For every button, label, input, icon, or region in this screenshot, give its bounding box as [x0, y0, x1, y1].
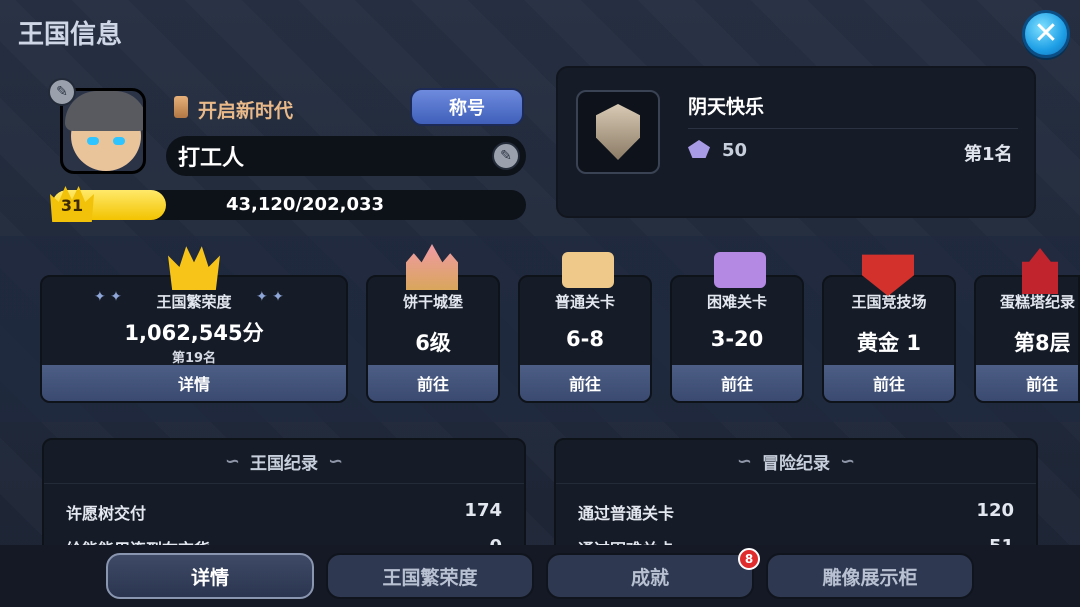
panel-title: 王国纪录: [250, 454, 318, 474]
kingdom-record-panel: ∽王国纪录∽ 许愿树交付174 给能能用连到在交货0: [42, 438, 526, 559]
title-button[interactable]: 称号: [410, 88, 524, 126]
avatar[interactable]: [60, 88, 146, 174]
tab-prosperity[interactable]: 王国繁荣度: [326, 553, 534, 599]
guild-panel[interactable]: 阴天快乐 50 第1名: [556, 66, 1036, 218]
hard-map-icon: [714, 252, 766, 288]
gem-icon: [688, 140, 710, 158]
map-icon: [562, 252, 614, 288]
card-label: 困难关卡: [706, 293, 767, 311]
card-action-button[interactable]: 前往: [520, 365, 650, 401]
card-value: 6级: [415, 331, 451, 355]
notification-badge: 8: [738, 548, 760, 570]
close-icon: ✕: [1033, 16, 1059, 51]
card-value: 1,062,545分: [124, 321, 264, 345]
card-label: 蛋糕塔纪录: [1000, 293, 1076, 311]
card-value: 黄金 1: [857, 331, 921, 355]
divider: [688, 128, 1018, 129]
list-item: 许愿树交付 174: [66, 500, 502, 524]
row-label: 通过普通关卡: [578, 504, 675, 523]
player-name: 打工人: [166, 136, 526, 176]
card-action-button[interactable]: 前往: [824, 365, 954, 401]
page-title: 王国信息: [18, 20, 123, 50]
card-label: 饼干城堡: [402, 293, 463, 311]
xp-text: 43,120/202,033: [226, 194, 385, 215]
swirl-icon: ∽: [736, 451, 752, 472]
shield-icon: [596, 104, 640, 160]
card-value: 第8层: [1014, 331, 1071, 355]
tab-achievements[interactable]: 成就: [546, 553, 754, 599]
card-action-button[interactable]: 前往: [672, 365, 802, 401]
swirl-icon: ∽: [840, 451, 856, 472]
panel-header: ∽ 冒险纪录 ∽: [556, 440, 1036, 484]
card-hard-stage: 困难关卡 3-20 前往: [670, 275, 804, 403]
card-label: 王国繁荣度: [156, 293, 232, 311]
guild-rank: 第1名: [964, 144, 1013, 165]
level-badge: 31: [50, 182, 94, 222]
tab-statue-showcase[interactable]: 雕像展示柜: [766, 553, 974, 599]
close-button[interactable]: ✕: [1022, 10, 1070, 58]
level-number: 31: [60, 196, 84, 215]
era-label: 开启新时代: [198, 100, 294, 122]
card-action-button[interactable]: 前往: [976, 365, 1078, 401]
card-value: 3-20: [710, 327, 764, 351]
avatar-hair: [65, 91, 143, 131]
row-label: 许愿树交付: [66, 504, 147, 523]
guild-points: 50: [722, 140, 748, 161]
card-cake-tower: 蛋糕塔纪录 第8层 前往: [974, 275, 1080, 403]
swirl-icon: ∽: [224, 451, 240, 472]
card-prosperity: ✦ ✦ ✦ ✦ 王国繁荣度 1,062,545分 第19名 详情: [40, 275, 348, 403]
list-item: 通过普通关卡 120: [578, 500, 1014, 524]
card-value: 6-8: [566, 327, 604, 351]
card-label: 普通关卡: [554, 293, 615, 311]
guild-emblem: [576, 90, 660, 174]
row-value: 120: [976, 500, 1014, 521]
avatar-edit-icon[interactable]: ✎: [48, 78, 76, 106]
panel-title: 冒险纪录: [762, 454, 830, 474]
name-edit-icon[interactable]: ✎: [492, 142, 520, 170]
card-castle: 饼干城堡 6级 前往: [366, 275, 500, 403]
swirl-icon: ∽: [328, 451, 344, 472]
card-action-button[interactable]: 详情: [42, 365, 346, 401]
avatar-eye-left: [87, 137, 99, 145]
era-icon: [174, 96, 188, 118]
row-value: 174: [464, 500, 502, 521]
guild-name: 阴天快乐: [688, 96, 765, 118]
avatar-eye-right: [113, 137, 125, 145]
card-rank: 第19名: [171, 351, 217, 366]
panel-header: ∽ 王国纪录 ∽: [44, 440, 524, 484]
adventure-record-panel: ∽冒险纪录∽ 通过普通关卡120 通过困难关卡51: [554, 438, 1038, 559]
tab-details[interactable]: 详情: [106, 553, 314, 599]
card-action-button[interactable]: 前往: [368, 365, 498, 401]
card-normal-stage: 普通关卡 6-8 前往: [518, 275, 652, 403]
